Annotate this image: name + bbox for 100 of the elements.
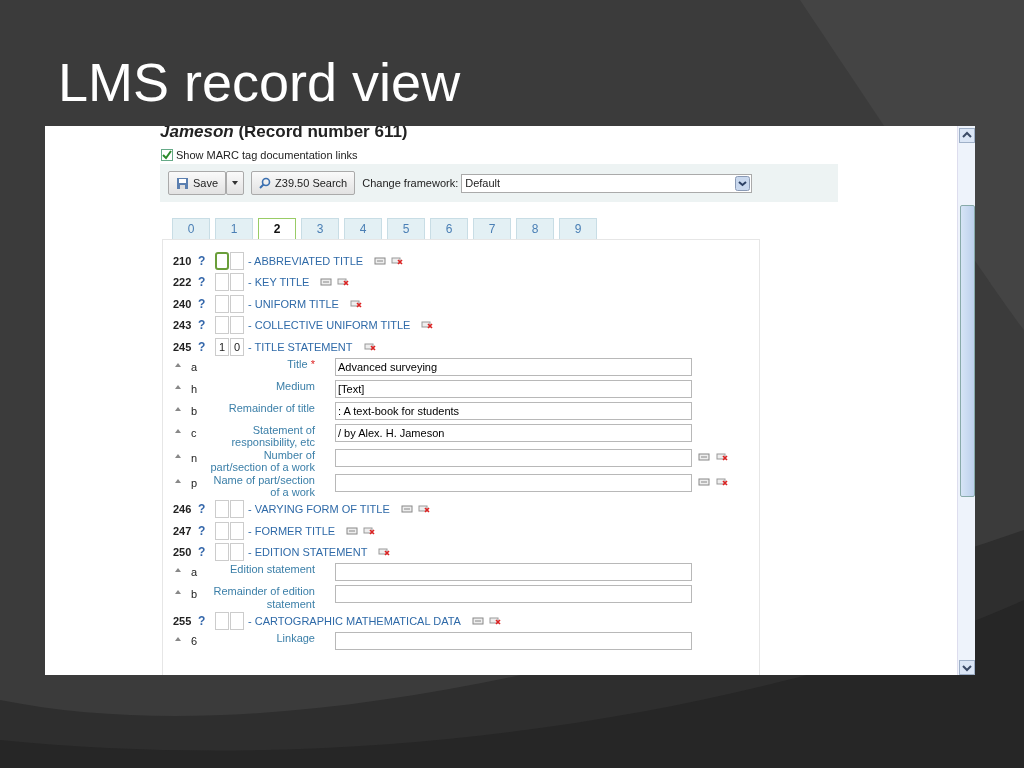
clone-icon[interactable] — [346, 525, 359, 536]
help-link[interactable]: ? — [198, 253, 212, 268]
tab[interactable]: 0 — [172, 218, 210, 239]
tab[interactable]: 1 — [215, 218, 253, 239]
tab[interactable]: 9 — [559, 218, 597, 239]
field-name-link[interactable]: - KEY TITLE — [248, 276, 310, 289]
help-link[interactable]: ? — [198, 502, 212, 517]
indicator-field[interactable] — [215, 611, 229, 630]
help-link[interactable]: ? — [198, 339, 212, 354]
indicator-field[interactable] — [215, 521, 229, 540]
delete-icon[interactable] — [421, 320, 434, 331]
collapse-arrow-icon[interactable] — [175, 478, 181, 483]
indicator-field[interactable] — [230, 543, 244, 562]
indicator-field[interactable] — [215, 294, 229, 313]
caret-icon[interactable] — [231, 180, 240, 186]
input-field[interactable] — [335, 631, 692, 650]
input-field[interactable]: [Text] — [335, 379, 692, 398]
delete-icon[interactable] — [363, 525, 376, 536]
field-name-link[interactable]: - CARTOGRAPHIC MATHEMATICAL DATA — [248, 614, 461, 627]
subfield-label: Remainder of edition statement — [213, 585, 315, 610]
indicator-field[interactable] — [230, 611, 244, 630]
tab[interactable]: 8 — [516, 218, 554, 239]
delete-icon[interactable] — [363, 341, 376, 352]
dropdown-button[interactable] — [226, 171, 245, 195]
field-name-link[interactable]: - EDITION STATEMENT — [248, 546, 368, 559]
field-name-link[interactable]: - FORMER TITLE — [248, 524, 336, 537]
help-link[interactable]: ? — [198, 275, 212, 290]
collapse-arrow-icon[interactable] — [175, 428, 181, 433]
indicator-field[interactable] — [230, 294, 244, 313]
indicator-field[interactable] — [215, 543, 229, 562]
search-button[interactable]: Z39.50 Search — [251, 171, 356, 195]
field-name-link[interactable]: - COLLECTIVE UNIFORM TITLE — [248, 319, 411, 332]
indicator-field[interactable] — [215, 316, 229, 335]
indicator-field[interactable] — [230, 251, 244, 270]
indicator-field[interactable] — [230, 500, 244, 519]
input-field[interactable]: Advanced surveying — [335, 357, 692, 376]
subfield-label: Medium — [275, 379, 315, 392]
help-link[interactable]: ? — [198, 613, 212, 628]
collapse-arrow-icon[interactable] — [175, 590, 181, 594]
input-field[interactable]: : A text-book for students — [335, 401, 692, 420]
subfield-code: 6 — [191, 633, 199, 647]
clone-icon[interactable] — [471, 615, 484, 626]
input-field[interactable] — [335, 585, 692, 603]
scroll-down-icon[interactable] — [958, 660, 975, 675]
tab[interactable]: 4 — [344, 218, 382, 239]
delete-icon[interactable] — [349, 298, 362, 309]
collapse-arrow-icon[interactable] — [175, 453, 181, 458]
field-name-link[interactable]: - UNIFORM TITLE — [248, 297, 339, 310]
help-link[interactable]: ? — [198, 318, 212, 333]
tab[interactable]: 2 — [258, 218, 296, 239]
framework-select[interactable]: Default — [461, 173, 753, 193]
clone-icon[interactable] — [374, 255, 387, 266]
indicator-field[interactable] — [230, 273, 244, 292]
collapse-arrow-icon[interactable] — [175, 568, 181, 572]
tag-number: 243 — [173, 319, 193, 332]
scroll-up-icon[interactable] — [958, 128, 975, 143]
help-link[interactable]: ? — [198, 523, 212, 538]
indicator-field[interactable]: 1 — [215, 337, 229, 356]
indicator-field[interactable] — [215, 273, 229, 292]
field-name-link[interactable]: - TITLE STATEMENT — [248, 340, 353, 353]
delete-icon[interactable] — [391, 255, 404, 266]
scrollbar-thumb[interactable] — [959, 205, 975, 497]
input-field[interactable] — [335, 448, 692, 467]
collapse-arrow-icon[interactable] — [175, 384, 181, 389]
input-field[interactable] — [335, 473, 692, 492]
collapse-arrow-icon[interactable] — [175, 636, 181, 641]
clone-icon[interactable] — [698, 451, 710, 462]
delete-icon[interactable] — [716, 476, 728, 487]
indicator-field[interactable] — [230, 316, 244, 335]
field-name-link[interactable]: - ABBREVIATED TITLE — [248, 254, 364, 267]
tab[interactable]: 7 — [473, 218, 511, 239]
delete-icon[interactable] — [417, 504, 430, 515]
search-icon[interactable] — [259, 177, 272, 189]
subfield-label: Statement of responsibility, etc — [231, 423, 315, 448]
subfield-label: Remainder of title — [228, 401, 315, 414]
indicator-field[interactable] — [215, 500, 229, 519]
save-button[interactable]: Save — [168, 171, 227, 195]
tab[interactable]: 6 — [430, 218, 468, 239]
delete-icon[interactable] — [488, 615, 501, 626]
clone-icon[interactable] — [400, 504, 413, 515]
subfield-code: c — [191, 425, 198, 439]
collapse-arrow-icon[interactable] — [175, 406, 181, 411]
indicator-field[interactable] — [230, 521, 244, 540]
collapse-arrow-icon[interactable] — [175, 362, 181, 367]
indicator-field[interactable]: 0 — [230, 337, 244, 356]
help-link[interactable]: ? — [198, 545, 212, 560]
indicator-field[interactable] — [215, 251, 229, 270]
delete-icon[interactable] — [716, 451, 728, 462]
help-link[interactable]: ? — [198, 296, 212, 311]
checkbox-label: Show MARC tag documentation links — [176, 148, 358, 161]
input-field[interactable]: / by Alex. H. Jameson — [335, 423, 692, 442]
tab[interactable]: 3 — [301, 218, 339, 239]
tab[interactable]: 5 — [387, 218, 425, 239]
checkbox[interactable] — [161, 148, 173, 161]
delete-icon[interactable] — [337, 277, 350, 288]
input-field[interactable] — [335, 563, 692, 581]
field-name-link[interactable]: - VARYING FORM OF TITLE — [248, 503, 390, 516]
delete-icon[interactable] — [378, 547, 391, 558]
clone-icon[interactable] — [320, 277, 333, 288]
clone-icon[interactable] — [698, 476, 710, 487]
